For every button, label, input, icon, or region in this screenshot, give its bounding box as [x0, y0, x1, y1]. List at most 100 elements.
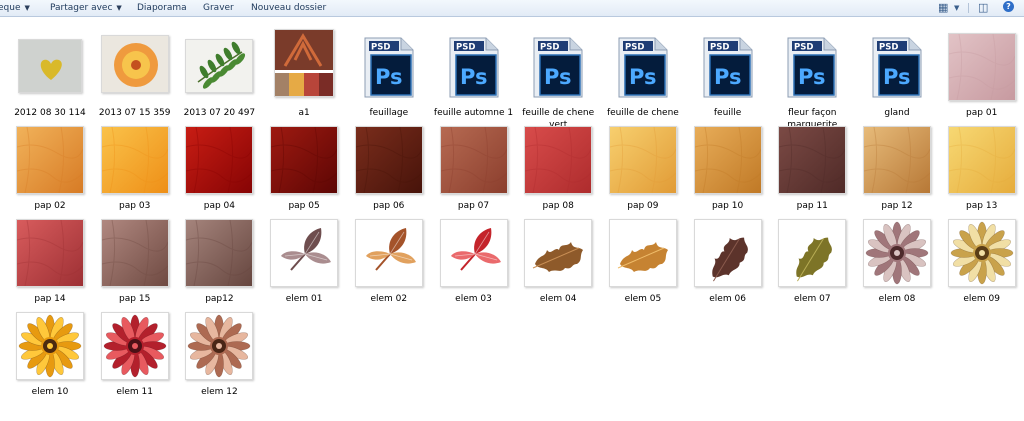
psd-badge: PSD	[371, 43, 390, 53]
file-name: elem 06	[709, 294, 746, 304]
file-item[interactable]: elem 08	[855, 211, 939, 304]
file-item[interactable]: PSD Ps feuille de chene vert	[516, 25, 600, 130]
file-item[interactable]: elem 11	[93, 304, 177, 397]
file-item[interactable]: a1	[262, 25, 346, 118]
toolbar-separator	[968, 3, 969, 13]
file-name: elem 09	[963, 294, 1001, 304]
paper-texture-thumbnail	[524, 126, 593, 194]
slideshow-button[interactable]: Diaporama	[137, 2, 187, 14]
file-item[interactable]: 2013 07 20 497	[177, 25, 261, 118]
oak-leaf-element-thumbnail	[778, 219, 847, 287]
file-item[interactable]: elem 05	[601, 211, 685, 304]
paper-texture-thumbnail	[185, 219, 254, 287]
file-item[interactable]: PSD Ps gland	[855, 25, 939, 118]
photo-thumbnail	[185, 39, 254, 93]
file-grid: 2012 08 30 114 2013 07 15 359 2013 07 20 4…	[0, 17, 1024, 421]
file-name: elem 01	[285, 294, 323, 304]
paper-texture-thumbnail	[778, 126, 847, 194]
ps-glyph: Ps	[460, 65, 488, 89]
psd-file-icon: PSD Ps	[446, 35, 502, 99]
file-item[interactable]: pap 10	[686, 118, 770, 211]
file-item[interactable]: pap 15	[93, 211, 177, 304]
file-item[interactable]: elem 10	[8, 304, 92, 397]
file-item[interactable]: pap 13	[940, 118, 1024, 211]
file-item[interactable]: elem 06	[686, 211, 770, 304]
file-item[interactable]: pap 12	[855, 118, 939, 211]
paper-texture-thumbnail	[270, 126, 339, 194]
file-item[interactable]: elem 03	[432, 211, 516, 304]
file-item[interactable]: pap 04	[177, 118, 261, 211]
file-item[interactable]: elem 12	[177, 304, 261, 397]
file-item[interactable]: elem 04	[516, 211, 600, 304]
file-item[interactable]: PSD Ps feuille de chene	[601, 25, 685, 118]
psd-file-icon: PSD Ps	[784, 35, 840, 99]
paper-texture-thumbnail	[608, 126, 677, 194]
psd-badge: PSD	[879, 43, 898, 53]
flower-element-thumbnail	[185, 312, 254, 380]
file-item[interactable]: elem 09	[940, 211, 1024, 304]
burn-button[interactable]: Graver	[203, 2, 234, 14]
view-dropdown-icon[interactable]: ▼	[954, 4, 959, 12]
paper-texture-thumbnail	[185, 126, 254, 194]
file-item[interactable]: PSD Ps feuillage	[347, 25, 431, 118]
psd-badge: PSD	[456, 43, 475, 53]
ps-glyph: Ps	[714, 65, 742, 89]
paper-texture-thumbnail	[863, 126, 931, 194]
file-item[interactable]: pap 11	[770, 118, 854, 211]
palette-thumbnail	[274, 29, 335, 97]
file-name: elem 02	[370, 294, 408, 304]
preview-pane-icon[interactable]: ◫	[978, 1, 988, 14]
psd-badge: PSD	[710, 43, 729, 53]
command-bar: eque ▼ Partager avec ▼ Diaporama Graver No…	[0, 0, 1024, 17]
file-item[interactable]: elem 07	[770, 211, 854, 304]
file-name: elem 04	[539, 294, 577, 304]
file-item[interactable]: pap 14	[8, 211, 92, 304]
ps-glyph: Ps	[375, 65, 403, 89]
paper-texture-thumbnail	[100, 126, 169, 194]
file-item[interactable]: elem 01	[262, 211, 346, 304]
file-item[interactable]: pap 07	[432, 118, 516, 211]
ps-glyph: Ps	[544, 65, 572, 89]
library-menu-button[interactable]: eque ▼	[0, 2, 30, 14]
file-item[interactable]: pap 05	[262, 118, 346, 211]
psd-file-icon: PSD Ps	[530, 35, 586, 99]
file-item[interactable]: pap 02	[8, 118, 92, 211]
ps-glyph: Ps	[798, 65, 826, 89]
change-view-icon[interactable]: ▦	[938, 1, 948, 14]
file-item[interactable]: elem 02	[347, 211, 431, 304]
file-name: elem 12	[201, 387, 238, 397]
paper-texture-thumbnail	[693, 126, 762, 194]
file-item[interactable]: PSD Ps feuille automne 1	[432, 25, 516, 118]
psd-file-icon: PSD Ps	[700, 35, 756, 99]
file-item[interactable]: pap 03	[93, 118, 177, 211]
oak-leaf-element-thumbnail	[693, 219, 762, 287]
help-icon[interactable]: ?	[1003, 1, 1014, 12]
file-item[interactable]: pap 09	[601, 118, 685, 211]
psd-badge: PSD	[540, 43, 559, 53]
file-item[interactable]: pap 06	[347, 118, 431, 211]
psd-file-icon: PSD Ps	[361, 35, 417, 99]
leaf-element-thumbnail	[270, 219, 339, 287]
psd-file-icon: PSD Ps	[869, 35, 925, 99]
file-item[interactable]: pap12	[177, 211, 261, 304]
paper-texture-thumbnail	[354, 126, 423, 194]
file-item[interactable]: PSD Ps feuille	[686, 25, 770, 118]
paper-texture-thumbnail	[16, 126, 84, 194]
file-item[interactable]: 2012 08 30 114	[8, 25, 92, 118]
share-with-button[interactable]: Partager avec ▼	[50, 2, 122, 14]
file-item[interactable]: pap 01	[940, 25, 1024, 118]
oak-leaf-element-thumbnail	[608, 219, 677, 287]
paper-texture-thumbnail	[16, 219, 84, 287]
photo-thumbnail	[18, 39, 82, 93]
file-name: elem 10	[31, 387, 69, 397]
file-item[interactable]: PSD Ps fleur façon marguerite	[770, 25, 854, 130]
photo-thumbnail	[100, 35, 169, 93]
leaf-element-thumbnail	[439, 219, 508, 287]
file-item[interactable]: 2013 07 15 359	[93, 25, 177, 118]
file-name: elem 08	[878, 294, 916, 304]
new-folder-button[interactable]: Nouveau dossier	[251, 2, 326, 14]
file-name: elem 11	[116, 387, 154, 397]
chevron-down-icon: ▼	[24, 4, 30, 12]
paper-texture-thumbnail	[439, 126, 508, 194]
file-item[interactable]: pap 08	[516, 118, 600, 211]
